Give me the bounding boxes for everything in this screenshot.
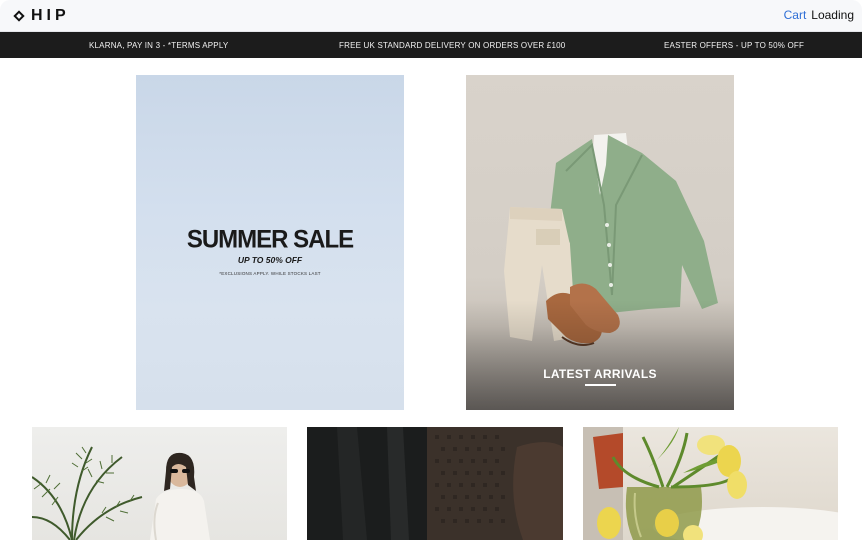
latest-arrivals-banner[interactable]: LATEST ARRIVALS bbox=[466, 75, 734, 410]
announcement-klarna[interactable]: KLARNA, PAY IN 3 - *TERMS APPLY bbox=[89, 41, 228, 50]
arrivals-gradient-overlay bbox=[466, 300, 734, 410]
sale-subtitle: UP TO 50% OFF bbox=[237, 255, 303, 265]
diamond-logo-icon bbox=[13, 10, 25, 22]
latest-arrivals-label: LATEST ARRIVALS bbox=[543, 367, 657, 381]
arrivals-underline bbox=[585, 384, 616, 386]
loading-status: Loading bbox=[811, 8, 854, 22]
browser-window: HIP Cart Loading KLARNA, PAY IN 3 - *TER… bbox=[0, 0, 862, 540]
site-logo[interactable]: HIP bbox=[13, 7, 70, 25]
logo-text: HIP bbox=[31, 7, 70, 24]
announcement-delivery[interactable]: FREE UK STANDARD DELIVERY ON ORDERS OVER… bbox=[339, 41, 565, 50]
announcement-easter-offers[interactable]: EASTER OFFERS - UP TO 50% OFF bbox=[664, 41, 804, 50]
sale-note: *EXCLUSIONS APPLY. WHILE STOCKS LAST bbox=[219, 271, 321, 276]
woman-with-plant-image bbox=[32, 446, 210, 540]
summer-sale-banner[interactable]: SUMMER SALE UP TO 50% OFF *EXCLUSIONS AP… bbox=[136, 75, 404, 410]
header-actions: Cart Loading bbox=[784, 8, 854, 22]
site-header: HIP Cart Loading bbox=[0, 0, 862, 32]
tulips-vase-image bbox=[583, 427, 838, 540]
category-tile-womens[interactable] bbox=[32, 427, 287, 540]
category-tile-home[interactable] bbox=[583, 427, 838, 540]
cart-link[interactable]: Cart bbox=[784, 8, 807, 22]
category-tile-knitwear[interactable] bbox=[307, 427, 563, 540]
announcement-bar: KLARNA, PAY IN 3 - *TERMS APPLY FREE UK … bbox=[0, 32, 862, 58]
sale-title: SUMMER SALE bbox=[186, 225, 354, 254]
dark-knit-fabric-image bbox=[307, 427, 563, 540]
